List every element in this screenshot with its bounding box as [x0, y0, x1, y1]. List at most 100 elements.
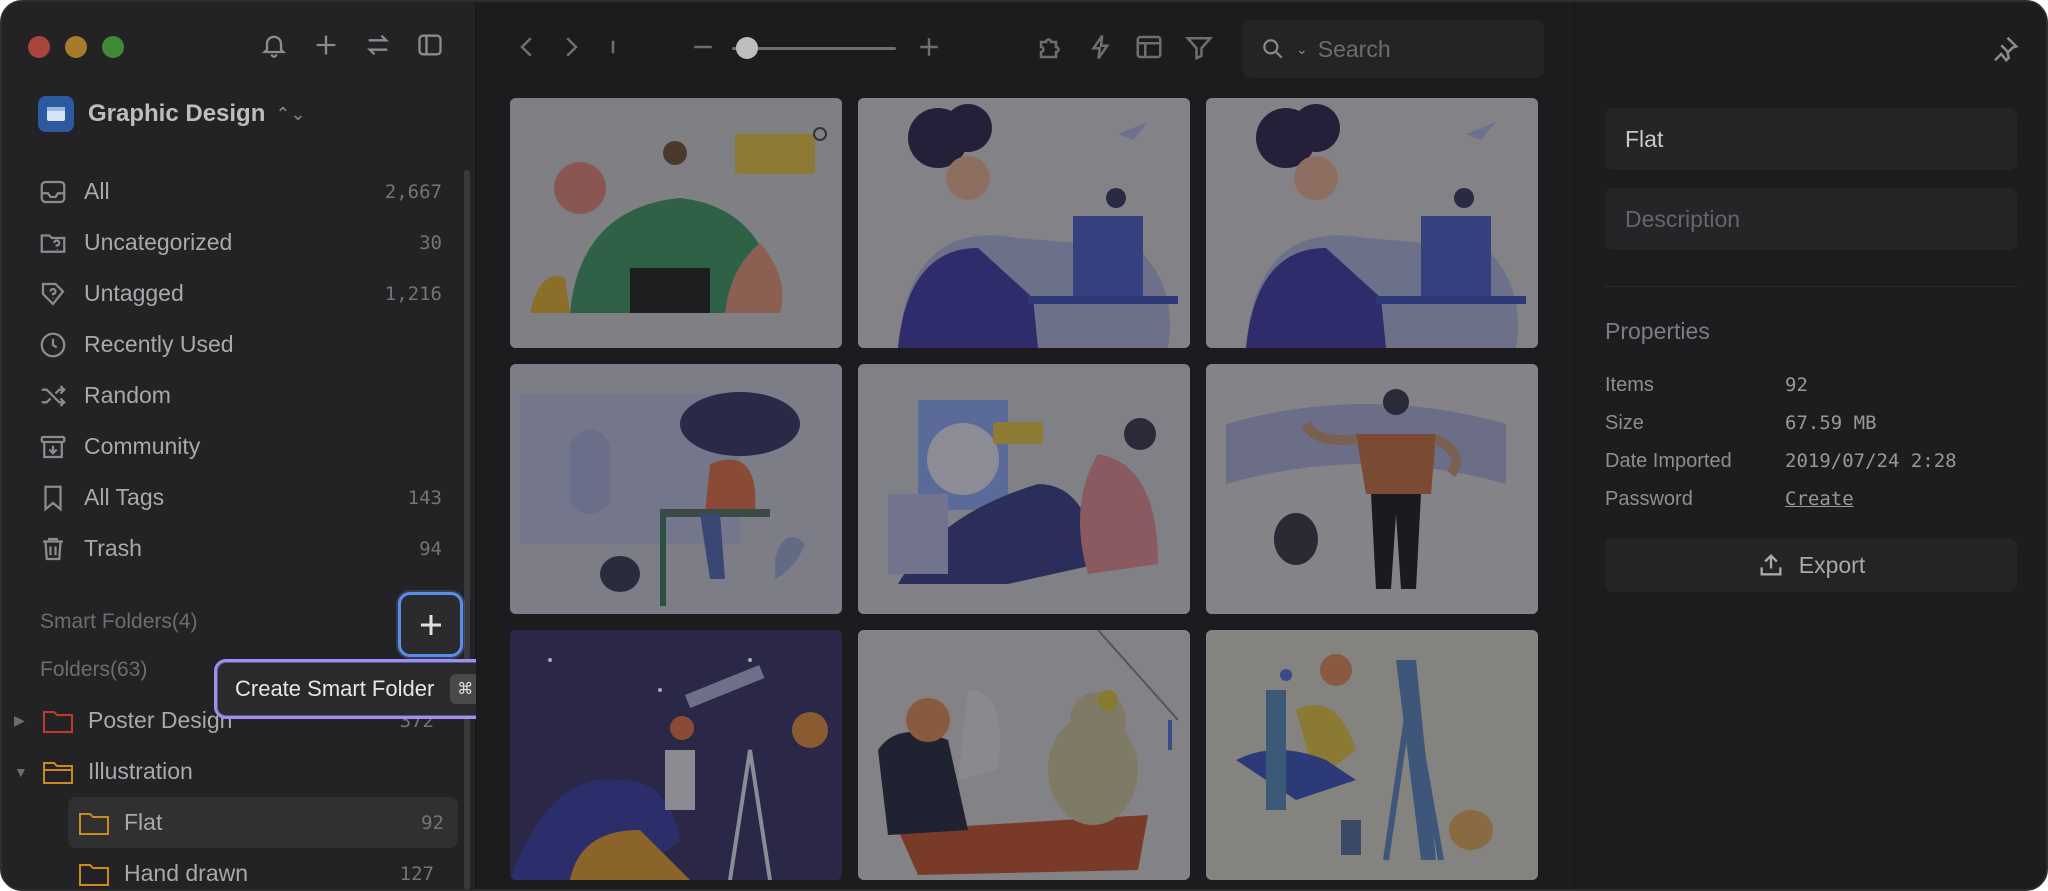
sidebar-item-trash[interactable]: Trash 94: [28, 523, 452, 574]
asset-thumbnail[interactable]: [510, 98, 842, 348]
folder-label: Hand drawn: [124, 860, 249, 886]
chevron-down-icon[interactable]: ▼: [14, 764, 28, 780]
notification-button[interactable]: [259, 30, 289, 60]
asset-thumbnail[interactable]: [858, 98, 1190, 348]
sidebar-item-community[interactable]: Community: [28, 421, 452, 472]
forward-button[interactable]: [556, 32, 586, 62]
asset-thumbnail[interactable]: [858, 364, 1190, 614]
chevron-down-icon[interactable]: ⌄: [1296, 41, 1308, 58]
zoom-window-button[interactable]: [102, 36, 124, 58]
folder-label: Illustration: [88, 758, 193, 784]
plus-icon: [920, 38, 938, 56]
bookmark-icon: [44, 485, 62, 512]
sidebar-icon: [418, 34, 442, 56]
sidebar-item-all-tags[interactable]: All Tags 143: [28, 472, 452, 523]
shuffle-icon: [41, 384, 66, 407]
folder-icon: [79, 863, 109, 886]
sidebar-item-all[interactable]: All 2,667: [28, 166, 452, 217]
property-key: Date Imported: [1605, 449, 1732, 472]
sidebar-item-recently-used[interactable]: Recently Used: [28, 319, 452, 370]
sync-button[interactable]: [363, 30, 393, 60]
sidebar-item-label: Untagged: [84, 280, 184, 306]
property-row-date-imported: Date Imported 2019/07/24 2:28: [1605, 442, 2017, 480]
layout-button[interactable]: [1134, 32, 1164, 62]
folder-item-flat[interactable]: Flat 92: [68, 797, 458, 848]
property-value: 67.59 MB: [1785, 412, 1877, 434]
upload-icon: [1760, 554, 1782, 576]
sidebar-item-uncategorized[interactable]: Uncategorized 30: [28, 217, 452, 268]
toggle-sidebar-button[interactable]: [415, 30, 445, 60]
properties-title: Properties: [1605, 318, 1710, 344]
asset-thumbnail[interactable]: [510, 364, 842, 614]
library-switcher[interactable]: Graphic Design ⌃⌄: [38, 96, 306, 132]
asset-grid: [510, 98, 1540, 880]
asset-thumbnail[interactable]: [1206, 364, 1538, 614]
lightning-icon: [1091, 35, 1110, 59]
zoom-slider-handle[interactable]: [736, 37, 758, 59]
library-icon: [38, 96, 74, 132]
chevron-left-icon: [520, 37, 532, 57]
filter-button[interactable]: [1184, 32, 1214, 62]
sidebar: Graphic Design ⌃⌄ All 2,667 Uncategorize…: [2, 2, 476, 889]
tag-question-icon: [41, 282, 65, 306]
sidebar-item-label: Uncategorized: [84, 229, 233, 255]
close-window-button[interactable]: [28, 36, 50, 58]
sidebar-item-count: 143: [407, 486, 442, 509]
description-field[interactable]: Description: [1605, 188, 2017, 250]
trash-icon: [43, 537, 63, 560]
asset-thumbnail[interactable]: [1206, 98, 1538, 348]
filter-icon: [1184, 37, 1214, 61]
sidebar-item-label: Community: [84, 433, 201, 459]
app-window: Graphic Design ⌃⌄ All 2,667 Uncategorize…: [0, 0, 2048, 891]
sidebar-item-untagged[interactable]: Untagged 1,216: [28, 268, 452, 319]
minimize-window-button[interactable]: [65, 36, 87, 58]
sidebar-item-count: 1,216: [384, 282, 442, 305]
sidebar-item-label: Recently Used: [84, 331, 234, 357]
asset-thumbnail[interactable]: [1206, 630, 1538, 880]
smart-folders-header[interactable]: Smart Folders(4): [40, 610, 198, 634]
asset-thumbnail[interactable]: [858, 630, 1190, 880]
sidebar-item-label: Random: [84, 382, 171, 408]
folder-icon: [79, 812, 109, 835]
pin-button[interactable]: [1990, 34, 2020, 64]
folders-header[interactable]: Folders(63): [40, 658, 147, 682]
folder-name-field[interactable]: Flat: [1605, 108, 2017, 170]
folder-item-hand-drawn[interactable]: Hand drawn 127: [2, 848, 462, 889]
back-button[interactable]: [512, 32, 542, 62]
pin-icon: [1994, 36, 2019, 63]
zoom-in-button[interactable]: [914, 32, 944, 62]
chevron-updown-icon: ⌃⌄: [275, 103, 306, 124]
actions-button[interactable]: [1086, 32, 1116, 62]
export-label: Export: [1798, 551, 1866, 578]
folder-icon: [43, 710, 73, 733]
search-input[interactable]: ⌄ Search: [1242, 20, 1544, 78]
create-password-link[interactable]: Create: [1785, 488, 1854, 510]
add-button[interactable]: [311, 30, 341, 60]
asset-thumbnail[interactable]: [510, 630, 842, 880]
inbox-icon: [40, 180, 66, 203]
swap-arrows-icon: [367, 34, 389, 56]
divider-icon: [598, 32, 628, 62]
tooltip-label: Create Smart Folder: [235, 676, 435, 701]
folder-item-illustration[interactable]: ▼ Illustration: [2, 746, 462, 797]
window-controls: [28, 36, 124, 58]
folder-count: 92: [421, 811, 444, 834]
property-value: 92: [1785, 374, 1808, 396]
sidebar-item-label: All Tags: [84, 484, 165, 510]
create-smart-folder-button[interactable]: [398, 592, 463, 657]
divider: [1605, 286, 2017, 287]
chevron-right-icon: [566, 37, 578, 57]
toolbar: ⌄ Search: [476, 2, 1574, 90]
property-value: 2019/07/24 2:28: [1785, 450, 1957, 472]
sidebar-scrollbar[interactable]: [464, 170, 470, 889]
chevron-right-icon[interactable]: ▶: [14, 712, 25, 729]
minus-icon: [694, 45, 712, 49]
zoom-out-button[interactable]: [688, 32, 718, 62]
folder-count: 127: [399, 862, 434, 885]
folder-tree: ▶ Poster Design 372 ▼ Illustration Flat …: [2, 695, 462, 889]
export-button[interactable]: Export: [1605, 538, 2017, 592]
layout-icon: [1136, 35, 1162, 59]
sidebar-item-random[interactable]: Random: [28, 370, 452, 421]
bell-icon: [261, 35, 287, 58]
extensions-button[interactable]: [1036, 32, 1066, 62]
